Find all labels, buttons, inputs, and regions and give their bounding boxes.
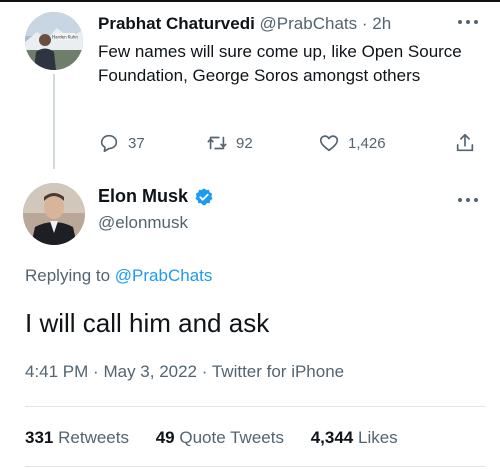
main-author-handle[interactable]: @elonmusk xyxy=(98,213,188,233)
retweet-icon xyxy=(207,136,227,150)
reply-tweet-actions: 37 92 1,426 xyxy=(98,132,483,156)
reply-more-icon[interactable] xyxy=(456,12,480,32)
more-dot xyxy=(458,198,462,202)
quote-tweets-count: 49 xyxy=(155,428,175,447)
reply-time-ago[interactable]: 2h xyxy=(372,14,391,33)
tweet-stats: 331 Retweets 49 Quote Tweets 4,344 Likes xyxy=(25,428,420,448)
main-tweet-text: I will call him and ask xyxy=(25,308,270,338)
more-dot xyxy=(458,20,462,24)
tweet-source[interactable]: Twitter for iPhone xyxy=(212,362,344,381)
retweets-label: Retweets xyxy=(58,428,129,447)
more-dot xyxy=(466,20,470,24)
header-separator: · xyxy=(361,14,368,33)
quote-tweets-label: Quote Tweets xyxy=(179,428,284,447)
avatar-elon[interactable] xyxy=(23,183,85,245)
meta-dot: · xyxy=(201,362,208,381)
reply-button[interactable]: 37 xyxy=(98,132,145,154)
reply-count: 37 xyxy=(128,134,145,152)
replying-prefix: Replying to xyxy=(25,266,111,285)
like-icon xyxy=(319,135,339,152)
likes-stat[interactable]: 4,344 Likes xyxy=(311,428,398,447)
share-icon xyxy=(456,133,474,152)
reply-author-handle[interactable]: @PrabChats xyxy=(260,14,358,33)
main-tweet-header: Elon Musk xyxy=(98,186,214,207)
reply-author-name[interactable]: Prabhat Chaturvedi xyxy=(98,14,255,33)
verified-badge-icon xyxy=(195,187,213,205)
main-more-icon[interactable] xyxy=(456,190,480,210)
likes-count: 4,344 xyxy=(310,428,354,447)
more-dot xyxy=(466,198,470,202)
retweet-count: 92 xyxy=(236,134,253,152)
reply-icon xyxy=(100,134,118,153)
share-button[interactable] xyxy=(454,132,476,154)
meta-dot: · xyxy=(93,362,99,381)
reply-tweet-text: Few names will sure come up, like Open S… xyxy=(98,42,462,85)
more-dot xyxy=(474,20,478,24)
replying-to-link[interactable]: @PrabChats xyxy=(115,266,213,285)
thread-line xyxy=(53,74,55,169)
replying-to-line: Replying to @PrabChats xyxy=(25,266,212,286)
like-button[interactable]: 1,426 xyxy=(318,132,386,154)
reply-tweet-header: Prabhat Chaturvedi @PrabChats · 2h xyxy=(98,14,391,34)
retweets-stat[interactable]: 331 Retweets xyxy=(25,428,134,447)
top-divider xyxy=(0,0,500,2)
retweets-count: 331 xyxy=(25,428,54,447)
stats-top-divider xyxy=(25,406,485,407)
like-count: 1,426 xyxy=(348,134,386,152)
more-dot xyxy=(474,198,478,202)
avatar-image xyxy=(23,183,85,245)
quote-tweets-stat[interactable]: 49 Quote Tweets xyxy=(156,428,289,447)
tweet-meta: 4:41 PM · May 3, 2022 · Twitter for iPho… xyxy=(25,362,344,382)
retweet-button[interactable]: 92 xyxy=(206,132,253,154)
tweet-time[interactable]: 4:41 PM xyxy=(25,362,88,381)
likes-label: Likes xyxy=(357,428,398,447)
stats-bottom-divider xyxy=(25,466,485,467)
avatar-image: Harden Kuhn xyxy=(25,12,83,70)
tweet-date[interactable]: May 3, 2022 xyxy=(103,362,197,381)
avatar-prabhat[interactable]: Harden Kuhn xyxy=(25,12,83,70)
avatar-sign-text: Harden Kuhn xyxy=(52,35,78,40)
main-author-name[interactable]: Elon Musk xyxy=(98,186,188,207)
